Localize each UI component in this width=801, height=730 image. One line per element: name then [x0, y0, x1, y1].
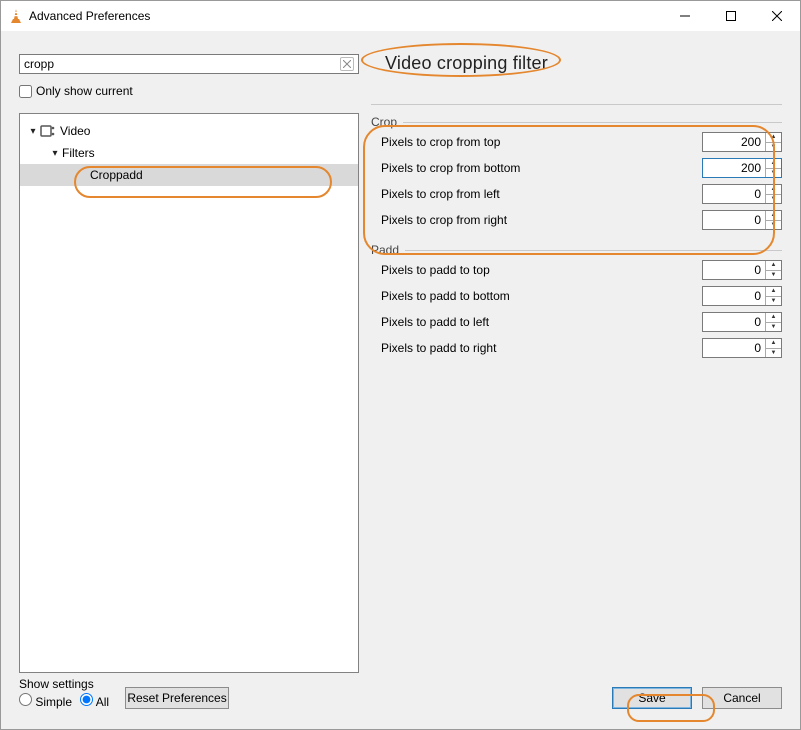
panel-title-wrap: Video cropping filter: [371, 49, 562, 78]
window-buttons: [662, 1, 800, 31]
titlebar: Advanced Preferences: [1, 1, 800, 31]
spin-padd-right[interactable]: ▲▼: [702, 338, 782, 358]
search-box[interactable]: [19, 54, 359, 74]
close-button[interactable]: [754, 1, 800, 31]
only-show-current-checkbox[interactable]: Only show current: [19, 84, 782, 98]
clear-search-icon[interactable]: [340, 57, 354, 71]
title-underline: [371, 104, 782, 105]
input-padd-right[interactable]: [703, 339, 765, 357]
preferences-window: Advanced Preferences Video croppi: [0, 0, 801, 730]
spin-padd-bottom[interactable]: ▲▼: [702, 286, 782, 306]
group-padd: Padd Pixels to padd to top ▲▼ Pixels to …: [371, 243, 782, 361]
spin-padd-top[interactable]: ▲▼: [702, 260, 782, 280]
field-crop-left: Pixels to crop from left ▲▼: [371, 181, 782, 207]
input-padd-bottom[interactable]: [703, 287, 765, 305]
maximize-button[interactable]: [708, 1, 754, 31]
label-padd-right: Pixels to padd to right: [381, 341, 702, 355]
show-settings-label: Show settings: [19, 677, 109, 691]
tree-label-croppadd: Croppadd: [90, 168, 143, 182]
field-crop-bottom: Pixels to crop from bottom ▲▼: [371, 155, 782, 181]
label-crop-right: Pixels to crop from right: [381, 213, 702, 227]
reset-preferences-button[interactable]: Reset Preferences: [125, 687, 229, 709]
label-padd-top: Pixels to padd to top: [381, 263, 702, 277]
label-crop-left: Pixels to crop from left: [381, 187, 702, 201]
radio-all[interactable]: All: [80, 693, 109, 709]
label-crop-bottom: Pixels to crop from bottom: [381, 161, 702, 175]
spin-padd-left[interactable]: ▲▼: [702, 312, 782, 332]
cancel-button[interactable]: Cancel: [702, 687, 782, 709]
window-title: Advanced Preferences: [29, 9, 150, 23]
spin-buttons[interactable]: ▲▼: [765, 159, 781, 177]
save-button[interactable]: Save: [612, 687, 692, 709]
field-padd-top: Pixels to padd to top ▲▼: [371, 257, 782, 283]
tree-label-filters: Filters: [62, 146, 95, 160]
field-crop-right: Pixels to crop from right ▲▼: [371, 207, 782, 233]
spin-crop-top[interactable]: ▲▼: [702, 132, 782, 152]
field-crop-top: Pixels to crop from top ▲▼: [371, 129, 782, 155]
show-settings-group: Show settings Simple All: [19, 677, 109, 709]
spin-buttons[interactable]: ▲▼: [765, 261, 781, 279]
spin-buttons[interactable]: ▲▼: [765, 211, 781, 229]
vlc-cone-icon: [9, 8, 23, 24]
footer: Show settings Simple All Reset Preferenc…: [19, 673, 782, 719]
input-padd-top[interactable]: [703, 261, 765, 279]
tree-item-croppadd[interactable]: Croppadd: [20, 164, 358, 186]
input-crop-top[interactable]: [703, 133, 765, 151]
field-padd-bottom: Pixels to padd to bottom ▲▼: [371, 283, 782, 309]
chevron-down-icon[interactable]: [48, 148, 62, 159]
tree: Video Filters Croppadd: [20, 114, 358, 186]
label-padd-left: Pixels to padd to left: [381, 315, 702, 329]
spin-crop-right[interactable]: ▲▼: [702, 210, 782, 230]
spin-buttons[interactable]: ▲▼: [765, 339, 781, 357]
input-crop-right[interactable]: [703, 211, 765, 229]
label-crop-top: Pixels to crop from top: [381, 135, 702, 149]
minimize-button[interactable]: [662, 1, 708, 31]
radio-simple[interactable]: Simple: [19, 693, 72, 709]
only-show-current-label: Only show current: [36, 84, 133, 98]
field-padd-left: Pixels to padd to left ▲▼: [371, 309, 782, 335]
spin-buttons[interactable]: ▲▼: [765, 185, 781, 203]
tree-item-filters[interactable]: Filters: [20, 142, 358, 164]
settings-panel: Crop Pixels to crop from top ▲▼ Pixels t…: [371, 113, 782, 673]
spin-buttons[interactable]: ▲▼: [765, 287, 781, 305]
panel-title: Video cropping filter: [371, 49, 562, 78]
chevron-down-icon[interactable]: [26, 126, 40, 137]
top-row: Video cropping filter: [19, 49, 782, 78]
label-padd-bottom: Pixels to padd to bottom: [381, 289, 702, 303]
tree-item-video[interactable]: Video: [20, 120, 358, 142]
spin-crop-bottom[interactable]: ▲▼: [702, 158, 782, 178]
group-title-crop: Crop: [371, 115, 397, 129]
group-crop: Crop Pixels to crop from top ▲▼ Pixels t…: [371, 115, 782, 233]
body: Video cropping filter Only show current: [1, 31, 800, 729]
video-icon: [40, 124, 56, 138]
columns: Video Filters Croppadd Crop: [19, 113, 782, 673]
input-padd-left[interactable]: [703, 313, 765, 331]
field-padd-right: Pixels to padd to right ▲▼: [371, 335, 782, 361]
spin-crop-left[interactable]: ▲▼: [702, 184, 782, 204]
input-crop-left[interactable]: [703, 185, 765, 203]
spin-buttons[interactable]: ▲▼: [765, 133, 781, 151]
group-title-padd: Padd: [371, 243, 399, 257]
sidebar-tree[interactable]: Video Filters Croppadd: [19, 113, 359, 673]
tree-label-video: Video: [60, 124, 90, 138]
search-input[interactable]: [24, 57, 340, 71]
only-show-current-input[interactable]: [19, 85, 32, 98]
input-crop-bottom[interactable]: [703, 159, 765, 177]
spin-buttons[interactable]: ▲▼: [765, 313, 781, 331]
